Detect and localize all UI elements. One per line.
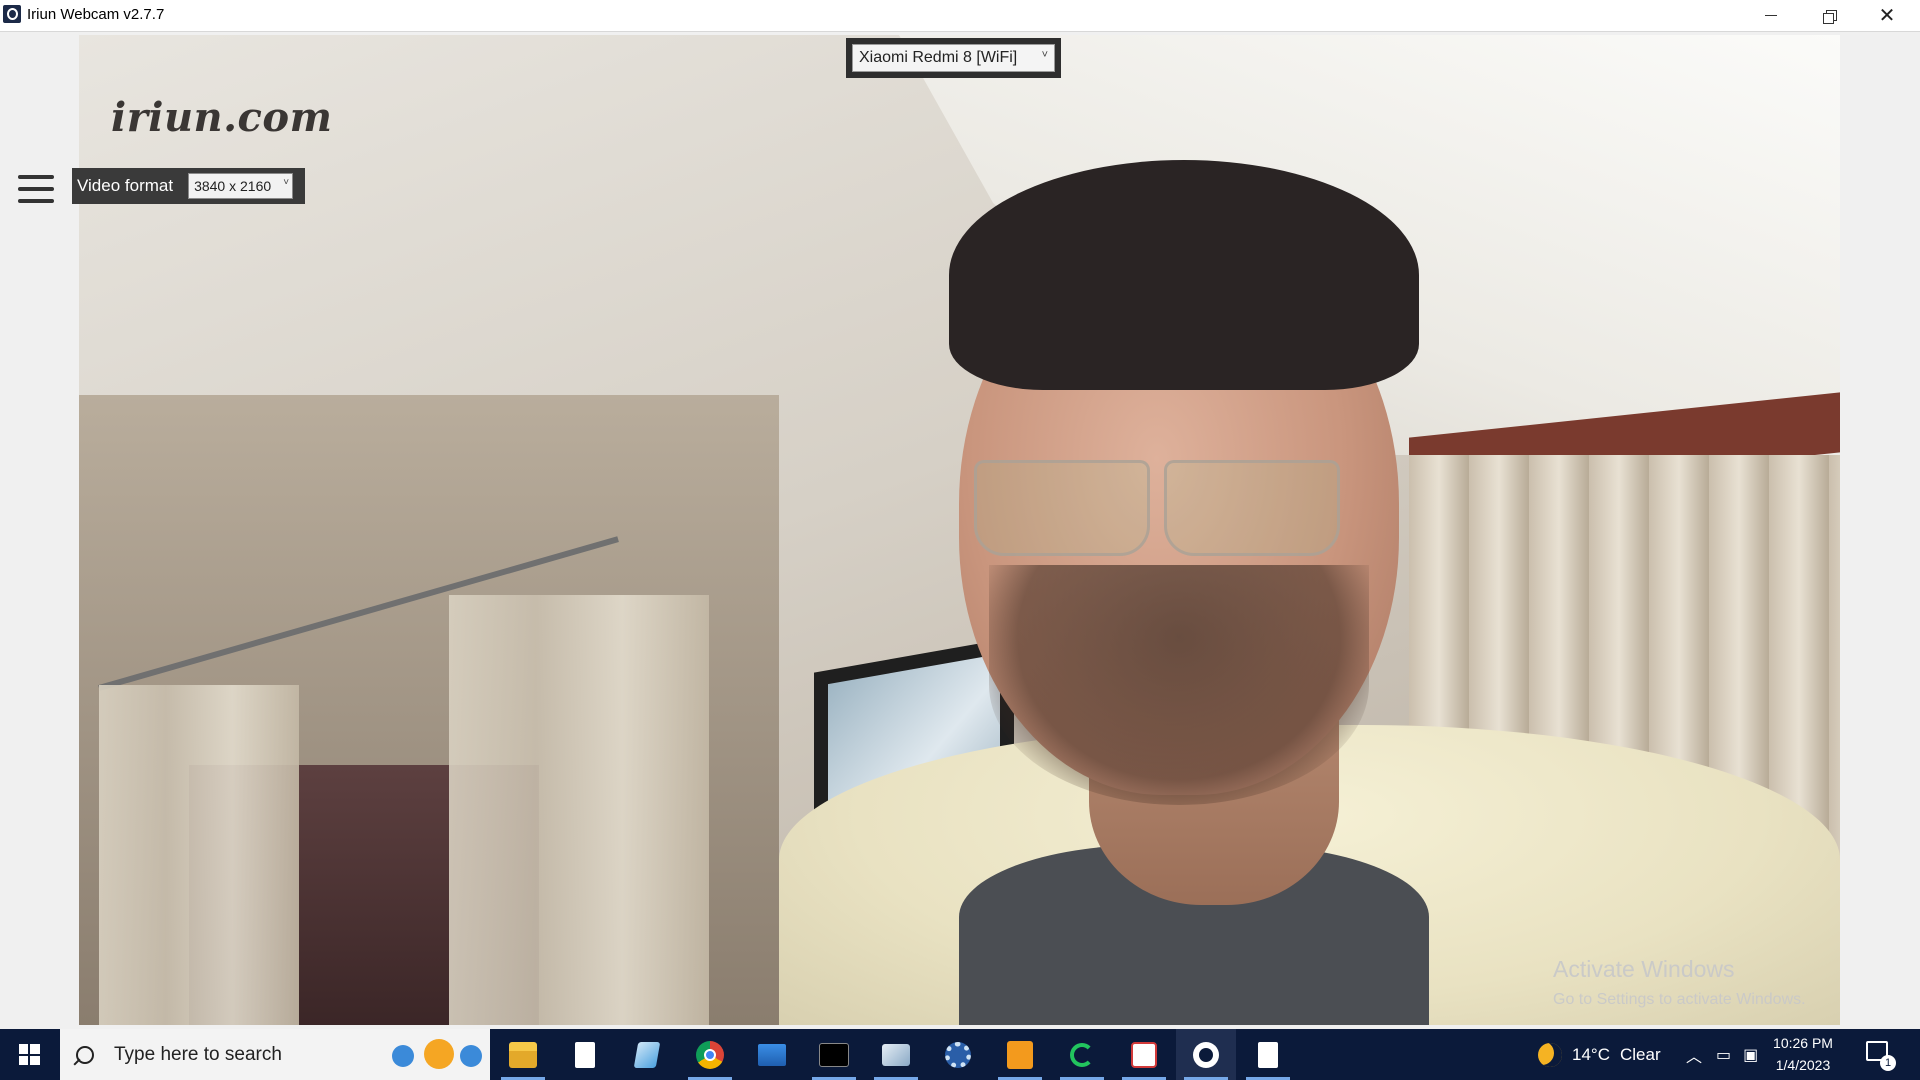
clock-time: 10:26 PM — [1773, 1035, 1833, 1051]
notepad-icon[interactable] — [555, 1029, 615, 1080]
close-button[interactable]: ✕ — [1858, 0, 1916, 31]
document-icon[interactable] — [1238, 1029, 1298, 1080]
restore-button[interactable] — [1800, 0, 1858, 31]
weather-condition: Clear — [1619, 1044, 1661, 1064]
hamburger-menu-button[interactable] — [18, 175, 54, 203]
windows-logo-icon — [18, 1044, 40, 1065]
restore-icon — [1823, 9, 1837, 24]
iriun-webcam-icon[interactable] — [1176, 1029, 1236, 1080]
taskbar-clock[interactable]: 10:26 PM 1/4/2023 — [1762, 1029, 1844, 1080]
activate-windows-title: Activate Windows — [1553, 956, 1735, 982]
image-viewer-icon[interactable] — [866, 1029, 926, 1080]
weather-widget[interactable]: 14°C Clear — [1538, 1029, 1661, 1080]
client-area: iriun.com Xiaomi Redmi 8 [WiFi] ˅ Video … — [0, 32, 1920, 1028]
moon-icon — [1538, 1042, 1562, 1067]
command-prompt-icon[interactable] — [804, 1029, 864, 1080]
start-button[interactable] — [0, 1029, 58, 1080]
video-format-label: Video format — [77, 176, 174, 195]
notification-badge: 1 — [1880, 1055, 1896, 1071]
video-format-value: 3840 x 2160 — [194, 178, 272, 194]
chevron-down-icon: ˅ — [1041, 49, 1048, 61]
title-bar: Iriun Webcam v2.7.7 ✕ — [0, 0, 1920, 32]
chevron-up-icon[interactable]: ︿ — [1686, 1043, 1702, 1067]
chevron-down-icon: ˅ — [283, 177, 290, 188]
network-icon[interactable]: ▣ — [1743, 1045, 1758, 1065]
activate-windows-watermark: Activate Windows Go to Settings to activ… — [1553, 956, 1806, 1009]
device-select-value: Xiaomi Redmi 8 [WiFi] — [859, 49, 1018, 66]
ks-app-icon[interactable] — [1114, 1029, 1174, 1080]
window-title: Iriun Webcam v2.7.7 — [27, 6, 165, 23]
file-explorer-icon[interactable] — [493, 1029, 553, 1080]
system-tray: ︿ ▭ ▣ — [1686, 1029, 1758, 1080]
clock-date: 1/4/2023 — [1775, 1057, 1831, 1073]
video-format-panel: Video format 3840 x 2160 ˅ — [72, 168, 305, 204]
device-select[interactable]: Xiaomi Redmi 8 [WiFi] ˅ — [852, 44, 1055, 72]
webcam-video-feed — [79, 35, 1840, 1025]
battery-icon[interactable]: ▭ — [1716, 1045, 1731, 1065]
activate-windows-subtitle: Go to Settings to activate Windows. — [1553, 991, 1806, 1008]
pdf-app-icon[interactable] — [990, 1029, 1050, 1080]
weather-temperature: 14°C — [1572, 1044, 1610, 1064]
green-ring-app-icon[interactable] — [1052, 1029, 1112, 1080]
iriun-app-icon — [3, 5, 21, 23]
menu-icon — [18, 175, 54, 179]
remote-desktop-icon[interactable] — [742, 1029, 802, 1080]
search-highlight-doodle-icon[interactable] — [390, 1039, 482, 1069]
iriun-logo-watermark: iriun.com — [111, 94, 333, 141]
search-placeholder: Type here to search — [114, 1043, 282, 1065]
device-selector-container: Xiaomi Redmi 8 [WiFi] ˅ — [846, 38, 1061, 78]
chrome-icon[interactable] — [680, 1029, 740, 1080]
video-format-select[interactable]: 3840 x 2160 ˅ — [188, 173, 294, 199]
search-icon — [76, 1045, 94, 1064]
minimize-icon — [1765, 15, 1777, 16]
minimize-button[interactable] — [1742, 0, 1800, 31]
settings-gear-icon[interactable] — [928, 1029, 988, 1080]
tablet-app-icon[interactable] — [617, 1029, 677, 1080]
taskbar: Type here to search 14°C Clear ︿ ▭ ▣ 10:… — [0, 1029, 1920, 1080]
close-icon: ✕ — [1878, 5, 1896, 27]
taskbar-search-box[interactable]: Type here to search — [60, 1029, 490, 1080]
